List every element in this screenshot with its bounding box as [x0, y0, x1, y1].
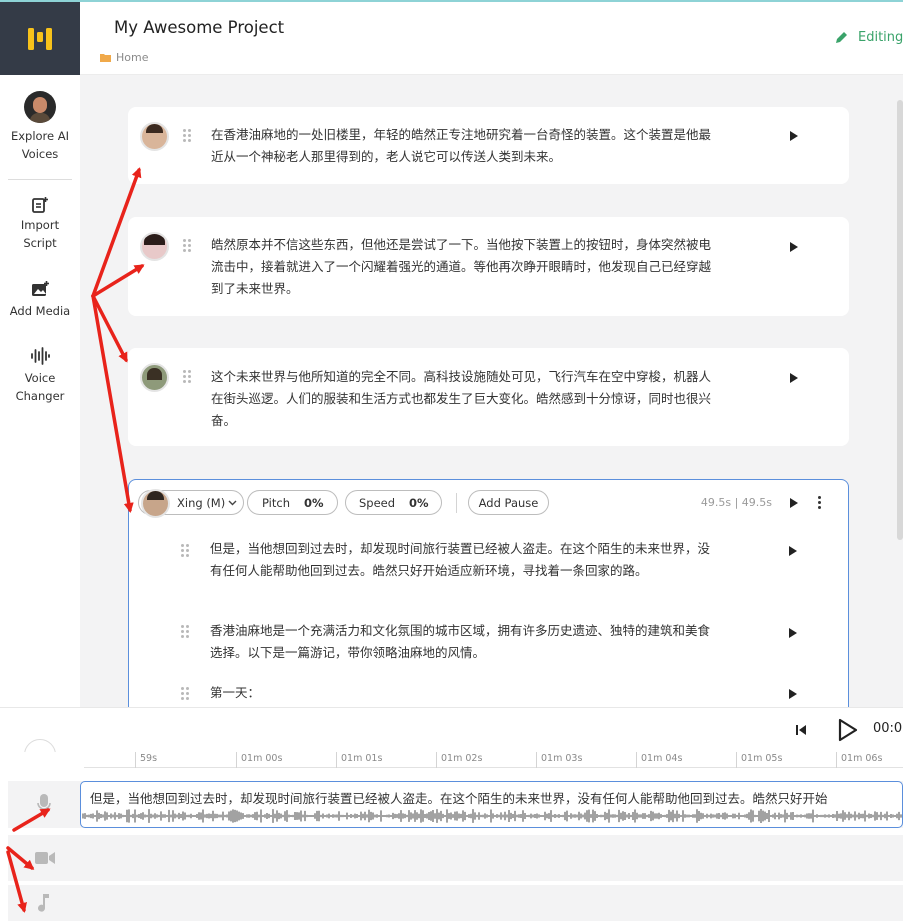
playback-time: 00:0	[873, 721, 903, 736]
play-large-icon[interactable]	[837, 718, 859, 742]
vertical-scrollbar[interactable]	[897, 100, 903, 540]
header: My Awesome Project Home Editing	[80, 2, 903, 75]
voice-avatar[interactable]	[140, 232, 169, 261]
breadcrumb-home[interactable]: Home	[116, 51, 148, 64]
paragraph-card[interactable]: 皓然原本并不信这些东西，但他还是尝试了一下。当他按下装置上的按钮时，身体突然被电…	[128, 217, 849, 316]
ruler-tick: 59s	[135, 752, 157, 768]
voice-changer-icon	[31, 347, 50, 365]
script-canvas: 在香港油麻地的一处旧楼里，年轻的皓然正专注地研究着一台奇怪的装置。这个装置是他最…	[80, 75, 903, 707]
paragraph-text[interactable]: 这个未来世界与他所知道的完全不同。高科技设施随处可见，飞行汽车在空中穿梭，机器人…	[211, 366, 721, 432]
page-title[interactable]: My Awesome Project	[114, 18, 284, 37]
drag-handle-icon[interactable]	[183, 370, 193, 384]
ruler-tick: 01m 06s	[836, 752, 882, 768]
drag-handle-icon[interactable]	[183, 239, 193, 253]
ruler-tick: 01m 04s	[636, 752, 682, 768]
paragraph-card[interactable]: 在香港油麻地的一处旧楼里，年轻的皓然正专注地研究着一台奇怪的装置。这个装置是他最…	[128, 107, 849, 184]
clip-text: 但是，当他想回到过去时，却发现时间旅行装置已经被人盗走。在这个陌生的未来世界，没…	[90, 791, 828, 806]
ruler-tick: 01m 03s	[536, 752, 582, 768]
ruler-tick: 01m 01s	[336, 752, 382, 768]
folder-icon	[100, 54, 111, 62]
paragraph-text[interactable]: 皓然原本并不信这些东西，但他还是尝试了一下。当他按下装置上的按钮时，身体突然被电…	[211, 234, 721, 300]
chevron-down-icon	[228, 500, 237, 506]
pencil-icon	[836, 31, 847, 43]
skip-back-icon[interactable]	[795, 724, 807, 736]
add-media-icon	[32, 281, 49, 296]
voice-avatar[interactable]	[140, 122, 169, 151]
pitch-label: Pitch	[262, 495, 290, 510]
music-note-icon	[38, 894, 49, 912]
avatar-icon	[24, 91, 56, 123]
time-ruler[interactable]: 59s 01m 00s 01m 01s 01m 02s 01m 03s 01m …	[84, 752, 903, 768]
ruler-tick: 01m 00s	[236, 752, 282, 768]
play-icon[interactable]	[790, 498, 798, 508]
breadcrumb[interactable]: Home	[100, 51, 148, 64]
editing-status[interactable]: Editing	[834, 30, 903, 45]
sidebar-item-add-media[interactable]: Add Media	[0, 280, 80, 320]
paragraph-text[interactable]: 在香港油麻地的一处旧楼里，年轻的皓然正专注地研究着一台奇怪的装置。这个装置是他最…	[211, 124, 721, 168]
play-icon[interactable]	[790, 131, 798, 141]
logo-icon	[28, 27, 52, 50]
sidebar-item-label: Explore AI Voices	[10, 129, 70, 161]
ruler-tick: 01m 02s	[436, 752, 482, 768]
sidebar-item-label: Import Script	[20, 218, 60, 250]
waveform	[82, 809, 902, 823]
microphone-icon	[37, 794, 51, 813]
speed-label: Speed	[359, 495, 396, 510]
sentence-text[interactable]: 香港油麻地是一个充满活力和文化氛围的城市区域，拥有许多历史遗迹、独特的建筑和美食…	[210, 620, 720, 664]
editing-label: Editing	[858, 30, 903, 45]
paragraph-card[interactable]: 这个未来世界与他所知道的完全不同。高科技设施随处可见，飞行汽车在空中穿梭，机器人…	[128, 348, 849, 446]
toolbar-divider	[456, 493, 457, 513]
drag-handle-icon[interactable]	[183, 129, 193, 143]
play-icon[interactable]	[789, 628, 797, 638]
play-icon[interactable]	[789, 546, 797, 556]
drag-handle-icon[interactable]	[181, 544, 191, 558]
drag-handle-icon[interactable]	[181, 625, 191, 639]
timeline: 59s 01m 00s 01m 01s 01m 02s 01m 03s 01m …	[0, 752, 903, 921]
app-logo[interactable]	[0, 2, 80, 75]
pitch-control[interactable]: Pitch 0%	[247, 490, 338, 515]
voice-name: Xing (M)	[177, 495, 226, 510]
speed-control[interactable]: Speed 0%	[345, 490, 442, 515]
pitch-value: 0%	[304, 495, 324, 510]
add-pause-label: Add Pause	[478, 495, 539, 510]
voice-avatar[interactable]	[140, 363, 169, 392]
sidebar: Explore AI Voices Import Script Add Medi…	[0, 75, 80, 707]
ruler-tick: 01m 05s	[736, 752, 782, 768]
import-script-icon	[32, 197, 48, 213]
voice-clip[interactable]: 但是，当他想回到过去时，却发现时间旅行装置已经被人盗走。在这个陌生的未来世界，没…	[80, 781, 903, 828]
sidebar-item-label: Voice Changer	[15, 371, 65, 403]
sentence-text[interactable]: 第一天：	[210, 682, 720, 704]
speed-value: 0%	[409, 495, 429, 510]
music-track[interactable]	[8, 885, 903, 921]
drag-handle-icon[interactable]	[181, 687, 191, 701]
sidebar-item-label: Add Media	[9, 304, 71, 318]
duration-readout: 49.5s | 49.5s	[700, 496, 772, 509]
sentence-text[interactable]: 但是，当他想回到过去时，却发现时间旅行装置已经被人盗走。在这个陌生的未来世界，没…	[210, 538, 720, 582]
voice-avatar	[141, 489, 170, 518]
play-icon[interactable]	[789, 689, 797, 699]
sidebar-divider	[8, 179, 72, 180]
sidebar-item-import-script[interactable]: Import Script	[0, 196, 80, 252]
sidebar-item-explore-voices[interactable]: Explore AI Voices	[0, 91, 80, 163]
video-track[interactable]	[8, 835, 903, 881]
add-pause-button[interactable]: Add Pause	[468, 490, 549, 515]
play-icon[interactable]	[790, 373, 798, 383]
voice-selector[interactable]: Xing (M)	[138, 489, 244, 518]
player-bar: 00:0	[0, 707, 903, 771]
play-icon[interactable]	[790, 242, 798, 252]
video-camera-icon	[35, 852, 55, 864]
sidebar-item-voice-changer[interactable]: Voice Changer	[0, 347, 80, 405]
active-paragraph-block[interactable]: Xing (M) Pitch 0% Speed 0% Add Pause 49.…	[128, 479, 849, 707]
more-options-icon[interactable]	[818, 496, 822, 510]
